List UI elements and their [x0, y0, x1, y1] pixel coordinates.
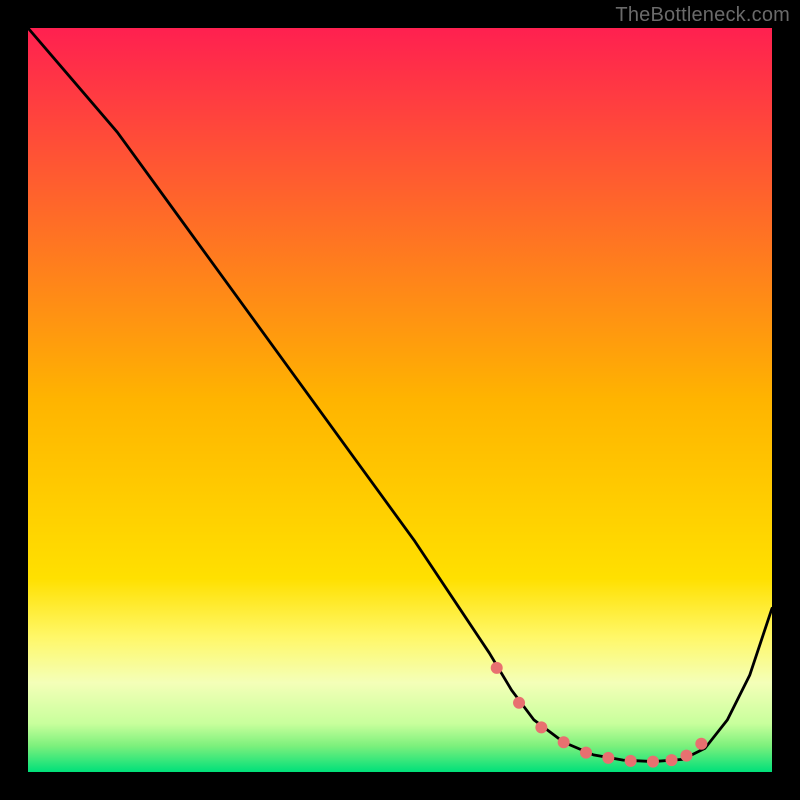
marker-dot — [666, 754, 678, 766]
bottleneck-chart — [0, 0, 800, 800]
marker-dot — [580, 747, 592, 759]
marker-dot — [680, 750, 692, 762]
marker-dot — [625, 755, 637, 767]
marker-dot — [647, 756, 659, 768]
chart-stage: TheBottleneck.com — [0, 0, 800, 800]
marker-dot — [695, 738, 707, 750]
marker-dot — [602, 752, 614, 764]
plot-background — [28, 28, 772, 772]
marker-dot — [558, 736, 570, 748]
marker-dot — [513, 697, 525, 709]
watermark-label: TheBottleneck.com — [615, 4, 790, 27]
marker-dot — [491, 662, 503, 674]
marker-dot — [535, 721, 547, 733]
